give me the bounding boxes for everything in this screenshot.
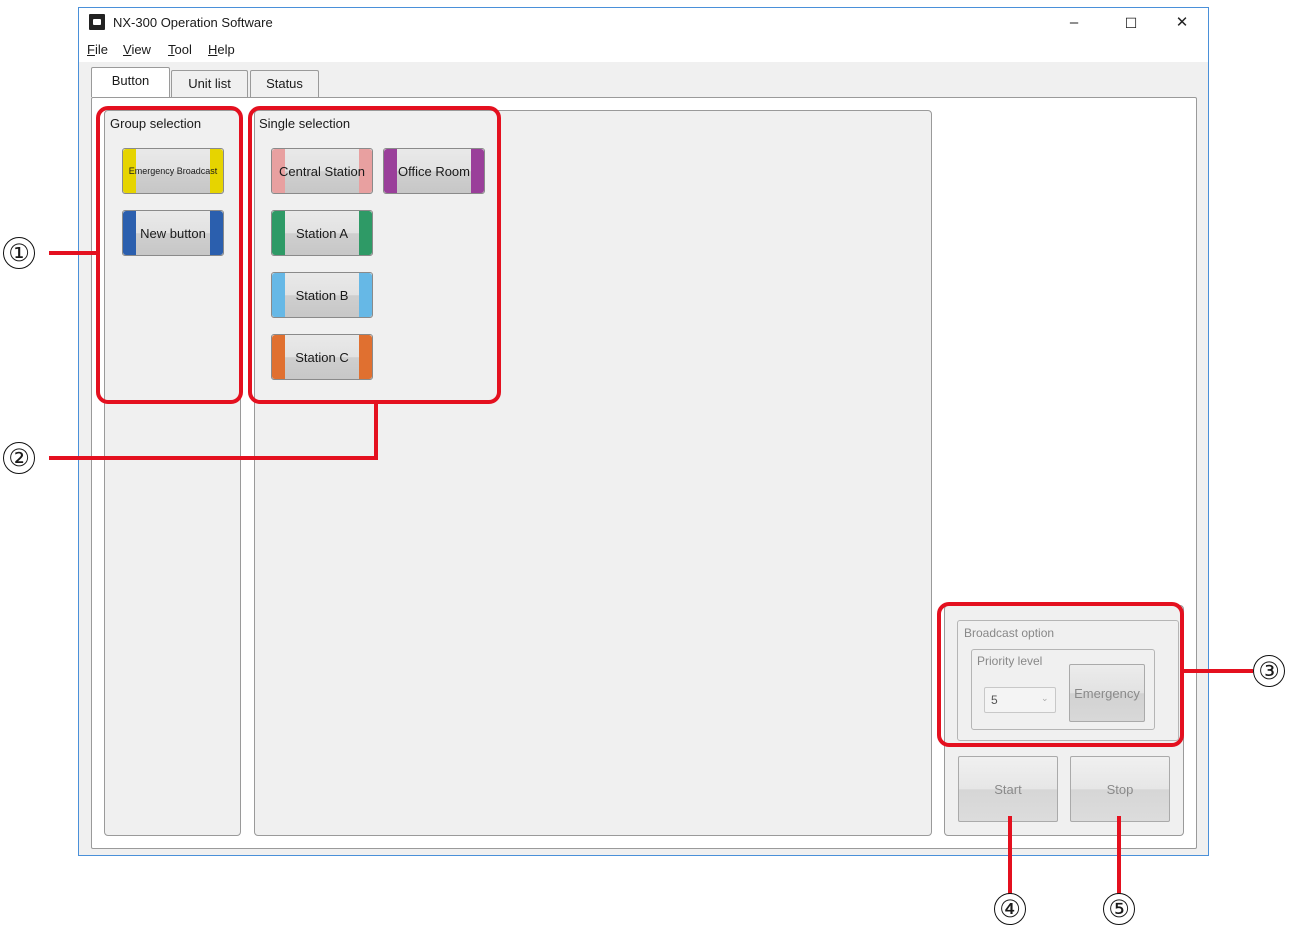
leader-line-3 [1182, 669, 1253, 673]
annotation-box-2 [248, 106, 501, 404]
menu-help[interactable]: Help [208, 42, 235, 57]
window-title: NX-300 Operation Software [113, 15, 273, 30]
leader-line-1 [49, 251, 98, 255]
callout-5: ⑤ [1103, 893, 1135, 925]
minimize-button[interactable]: – [1051, 8, 1097, 38]
menu-file[interactable]: File [87, 42, 108, 57]
close-button[interactable]: ✕ [1159, 8, 1205, 38]
leader-line-2-vertical [374, 402, 378, 460]
annotation-box-3 [937, 602, 1184, 747]
maximize-button[interactable]: ☐ [1108, 8, 1154, 38]
tab-unit-list[interactable]: Unit list [171, 70, 248, 97]
annotation-box-1 [96, 106, 243, 404]
callout-1: ① [3, 237, 35, 269]
callout-4: ④ [994, 893, 1026, 925]
leader-line-2 [49, 456, 378, 460]
tab-button[interactable]: Button [91, 67, 170, 97]
app-icon [89, 14, 105, 30]
menu-bar: File View Tool Help [79, 38, 1208, 62]
menu-view[interactable]: View [123, 42, 151, 57]
leader-line-4 [1008, 816, 1012, 894]
callout-3: ③ [1253, 655, 1285, 687]
start-button[interactable]: Start [958, 756, 1058, 822]
menu-tool[interactable]: Tool [168, 42, 192, 57]
callout-2: ② [3, 442, 35, 474]
stop-button[interactable]: Stop [1070, 756, 1170, 822]
leader-line-5 [1117, 816, 1121, 894]
title-bar[interactable]: NX-300 Operation Software – ☐ ✕ [79, 8, 1208, 38]
tab-status[interactable]: Status [250, 70, 319, 97]
